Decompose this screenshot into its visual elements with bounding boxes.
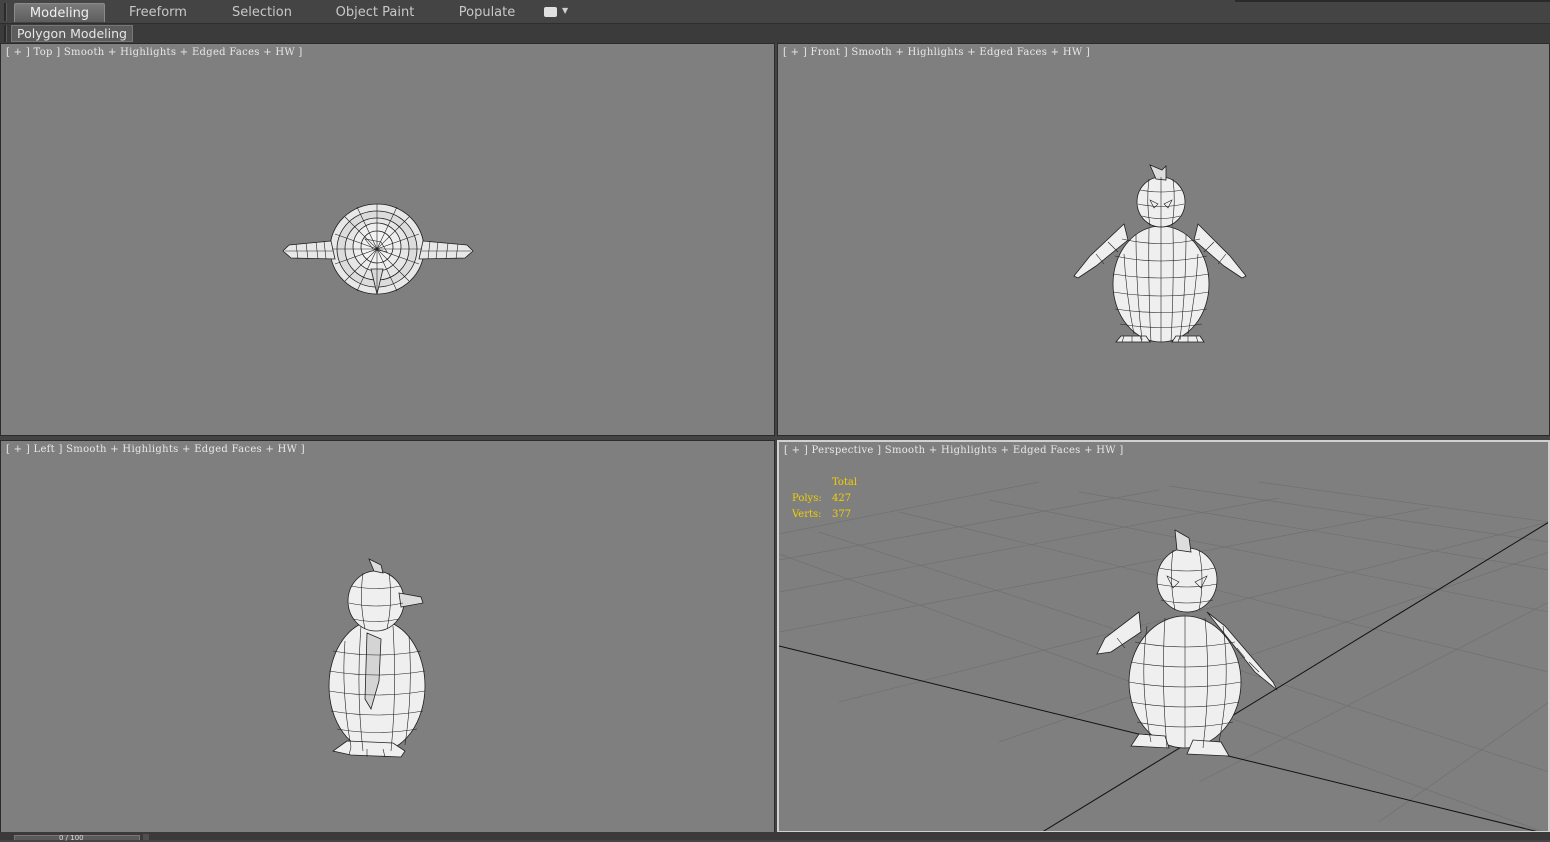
tab-populate[interactable]: Populate	[450, 3, 524, 22]
tab-selection[interactable]: Selection	[222, 3, 302, 22]
ribbon-tab-bar: Modeling Freeform Selection Object Paint…	[0, 0, 1550, 24]
viewport-perspective[interactable]: [ + ] Perspective ] Smooth + Highlights …	[777, 440, 1550, 833]
time-next-icon[interactable]	[143, 834, 149, 840]
time-slider[interactable]: 0 / 100	[14, 834, 140, 842]
scene-statistics: Total Polys: 427 Verts: 377	[792, 475, 857, 523]
stats-header: Total	[832, 477, 858, 488]
penguin-perspective	[1096, 529, 1278, 757]
tab-modeling[interactable]: Modeling	[14, 3, 105, 22]
ribbon-grip[interactable]	[4, 3, 7, 21]
polys-label: Polys:	[792, 493, 822, 504]
time-slider-bar	[0, 832, 1550, 840]
penguin-front-view	[1073, 164, 1247, 343]
tab-freeform[interactable]: Freeform	[120, 3, 196, 22]
ribbon-panel-grip[interactable]	[4, 25, 7, 42]
perspective-scene	[779, 481, 1548, 831]
verts-value: 377	[832, 509, 852, 520]
penguin-top-view	[282, 203, 474, 295]
ribbon-toggle-icon[interactable]	[544, 7, 557, 17]
time-slider-label: 0 / 100	[59, 834, 84, 842]
tab-object-paint[interactable]: Object Paint	[330, 3, 420, 22]
chevron-down-icon[interactable]: ▼	[562, 5, 568, 17]
penguin-left-view	[328, 558, 426, 758]
viewport-top[interactable]: [ + ] Top ] Smooth + Highlights + Edged …	[0, 43, 775, 436]
polys-value: 427	[832, 493, 852, 504]
verts-label: Verts:	[792, 509, 822, 520]
ribbon-edge-line	[1235, 0, 1550, 2]
viewport-left[interactable]: [ + ] Left ] Smooth + Highlights + Edged…	[0, 440, 775, 833]
ribbon-panel-bar: Polygon Modeling	[0, 24, 1550, 43]
polygon-modeling-panel[interactable]: Polygon Modeling	[11, 25, 133, 42]
viewport-front[interactable]: [ + ] Front ] Smooth + Highlights + Edge…	[777, 43, 1550, 436]
